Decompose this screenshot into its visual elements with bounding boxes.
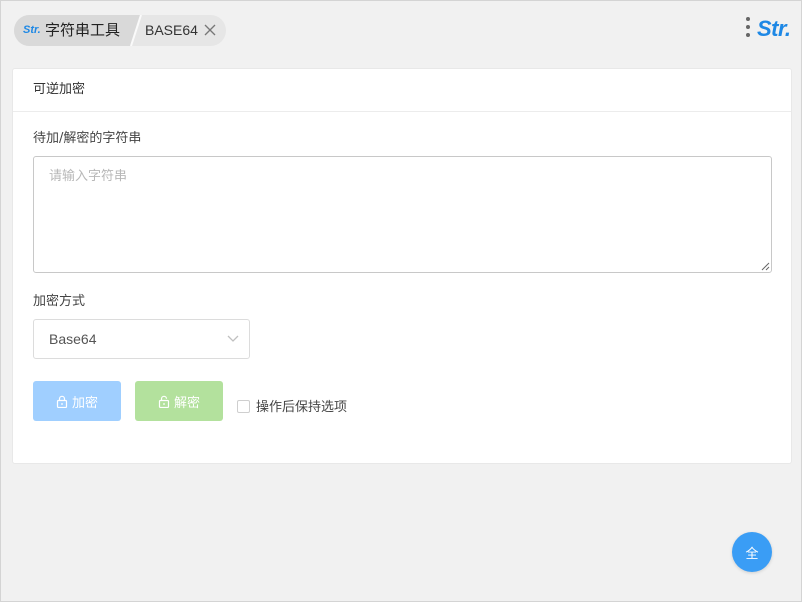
header: Str. 字符串工具 BASE64 Str. [1, 1, 801, 61]
selected-method: Base64 [49, 331, 97, 347]
keep-options-checkbox[interactable] [237, 400, 250, 413]
app-logo-small: Str. [23, 24, 41, 36]
lock-icon [56, 395, 68, 408]
unlock-icon [158, 395, 170, 408]
close-icon[interactable] [203, 23, 217, 37]
decrypt-button-label: 解密 [173, 395, 200, 411]
chevron-down-icon [227, 335, 239, 342]
keep-options-label: 操作后保持选项 [256, 400, 348, 415]
card-title: 可逆加密 [13, 69, 791, 112]
input-label: 待加/解密的字符串 [33, 131, 142, 146]
breadcrumb: Str. 字符串工具 BASE64 [14, 15, 226, 46]
reversible-encryption-card: 可逆加密 待加/解密的字符串 加密方式 Base64 加密 [12, 68, 792, 464]
method-label: 加密方式 [33, 294, 86, 309]
encrypt-button-label: 加密 [71, 395, 98, 411]
resize-handle-icon[interactable] [761, 262, 770, 271]
breadcrumb-separator-icon [130, 15, 142, 46]
app-window: Str. 字符串工具 BASE64 Str. 可逆加密 待加/解密的字符串 加密… [0, 0, 802, 602]
select-all-fab[interactable]: 全 [732, 532, 772, 572]
breadcrumb-app-title[interactable]: 字符串工具 [45, 21, 120, 40]
breadcrumb-tab-base64[interactable]: BASE64 [145, 22, 198, 39]
encryption-method-select[interactable]: Base64 [33, 319, 250, 359]
decrypt-button[interactable]: 解密 [135, 381, 223, 421]
string-input[interactable] [33, 156, 772, 273]
encrypt-button[interactable]: 加密 [33, 381, 121, 421]
fab-label: 全 [745, 546, 759, 562]
more-vertical-icon[interactable] [745, 17, 751, 41]
app-logo: Str. [757, 16, 791, 41]
